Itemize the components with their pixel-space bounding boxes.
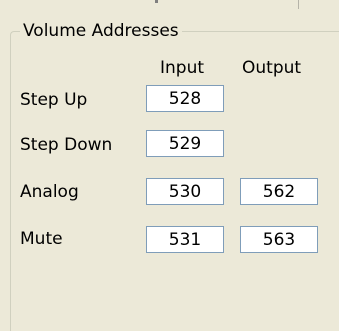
analog-input-field[interactable] xyxy=(146,178,224,205)
top-edge-mark xyxy=(155,0,158,3)
mute-label: Mute xyxy=(20,229,63,249)
mute-input-field[interactable] xyxy=(146,226,224,253)
step-down-input-field[interactable] xyxy=(146,130,224,157)
top-edge-divider xyxy=(298,0,299,9)
analog-label: Analog xyxy=(20,182,79,202)
step-up-label: Step Up xyxy=(20,90,88,110)
analog-output-field[interactable] xyxy=(240,178,318,205)
input-column-header: Input xyxy=(160,58,205,78)
groupbox-title: Volume Addresses xyxy=(20,20,182,42)
step-down-label: Step Down xyxy=(20,135,113,155)
output-column-header: Output xyxy=(242,58,302,78)
step-up-input-field[interactable] xyxy=(146,85,224,112)
mute-output-field[interactable] xyxy=(240,226,318,253)
